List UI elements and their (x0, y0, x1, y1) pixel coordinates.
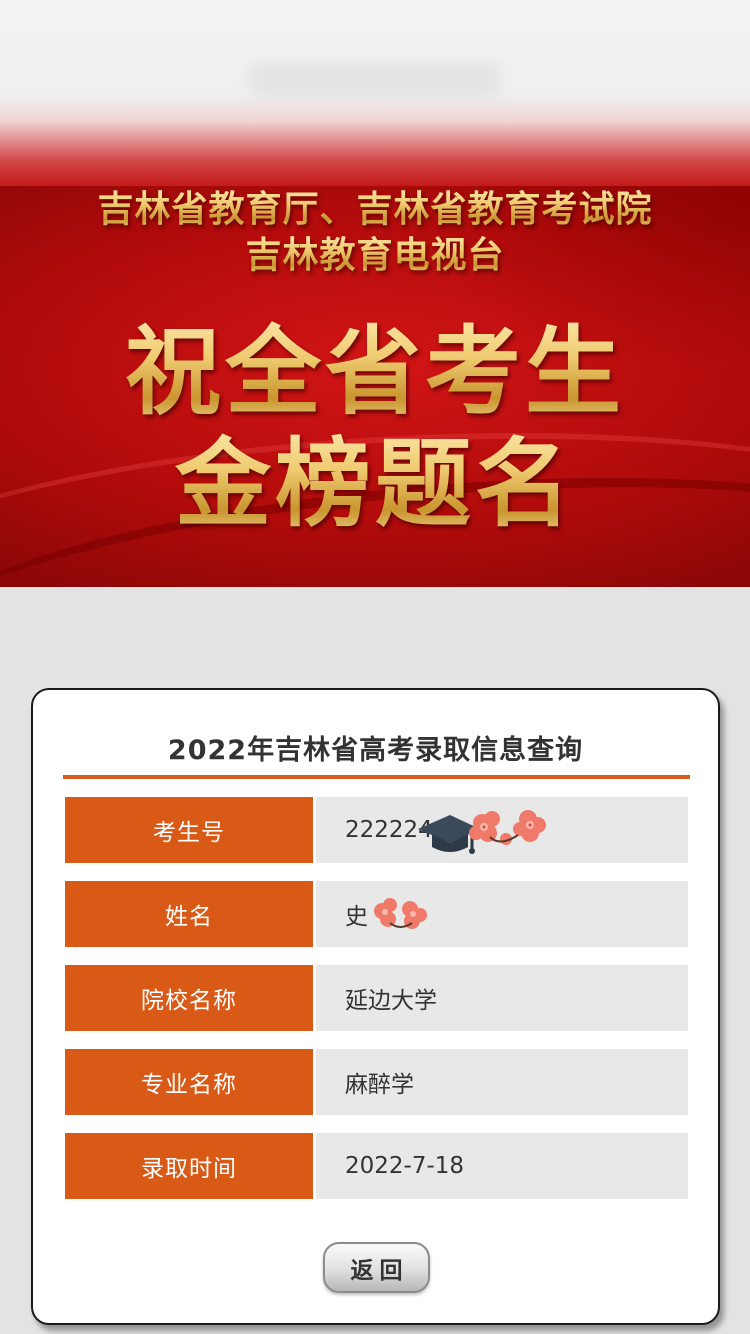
banner-org-line-2: 吉林教育电视台 (0, 226, 750, 278)
row-exam-number: 考生号 222224 (65, 797, 688, 863)
title-divider (63, 775, 690, 779)
row-label: 姓名 (65, 881, 313, 947)
blurred-title-bar (250, 62, 500, 98)
student-name-value: 史 (345, 904, 368, 930)
major-value: 麻醉学 (316, 1049, 688, 1115)
row-label: 考生号 (65, 797, 313, 863)
admission-result-card: 2022年吉林省高考录取信息查询 考生号 222224 姓名 史 院校名称 延边… (31, 688, 720, 1325)
university-value: 延边大学 (316, 965, 688, 1031)
row-name: 姓名 史 (65, 881, 688, 947)
blurred-header (0, 0, 750, 186)
card-title: 2022年吉林省高考录取信息查询 (167, 735, 584, 766)
flower-icon (374, 898, 427, 929)
admission-date-value: 2022-7-18 (316, 1133, 688, 1199)
row-label: 院校名称 (65, 965, 313, 1031)
row-university: 院校名称 延边大学 (65, 965, 688, 1031)
row-label: 专业名称 (65, 1049, 313, 1115)
banner-slogan-line-2: 金榜题名 (0, 406, 750, 545)
row-value: 222224 (316, 797, 688, 863)
congratulation-banner: 吉林省教育厅、吉林省教育考试院 吉林教育电视台 祝全省考生 金榜题名 (0, 186, 750, 587)
row-major: 专业名称 麻醉学 (65, 1049, 688, 1115)
flower-icon (469, 810, 546, 845)
back-button[interactable]: 返回 (323, 1242, 430, 1293)
row-value: 史 (316, 881, 688, 947)
row-admission-date: 录取时间 2022-7-18 (65, 1133, 688, 1199)
row-label: 录取时间 (65, 1133, 313, 1199)
